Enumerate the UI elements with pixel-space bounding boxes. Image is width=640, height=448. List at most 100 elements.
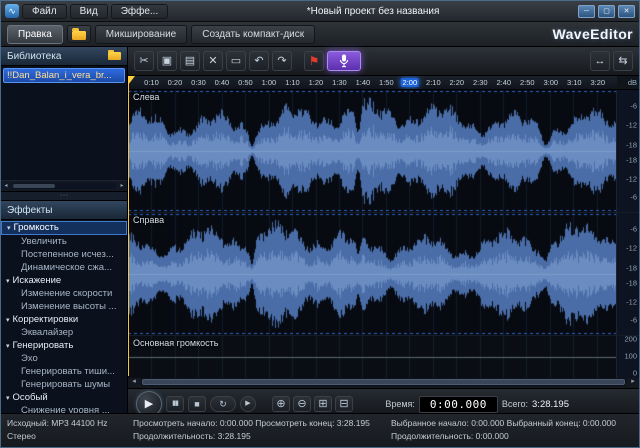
zoom-all-button[interactable]: ⊟ bbox=[335, 396, 353, 412]
ruler-tick: 0:30 bbox=[191, 78, 206, 87]
effects-tree-item-label: Снижение уровня ... bbox=[21, 405, 110, 413]
zoom-out-button[interactable]: ⊖ bbox=[293, 396, 311, 412]
tab-mixing[interactable]: Микширование bbox=[94, 24, 188, 44]
channel-right-label: Справа bbox=[133, 215, 165, 225]
ruler-tick: 1:10 bbox=[285, 78, 300, 87]
channel-left-row: Слева -6 -12 -18 -18 -12 -6 bbox=[128, 90, 639, 213]
menu-view[interactable]: Вид bbox=[69, 3, 108, 19]
effects-tree-item[interactable]: Изменение высоты ... bbox=[1, 300, 127, 313]
effects-tree-item[interactable]: Генерировать тиши... bbox=[1, 365, 127, 378]
maximize-button[interactable]: ▢ bbox=[598, 4, 615, 18]
app-icon: ∿ bbox=[5, 4, 19, 18]
source-channels: Стерео bbox=[7, 431, 36, 441]
ruler-tick: 0:40 bbox=[214, 78, 230, 87]
chevron-down-icon: ▾ bbox=[6, 343, 10, 350]
minimize-button[interactable]: ─ bbox=[578, 4, 595, 18]
effects-tree-item[interactable]: Генерировать шумы bbox=[1, 378, 127, 391]
master-scale-label: 0 bbox=[632, 368, 637, 378]
effects-tree-item[interactable]: ▾ Громкость bbox=[1, 221, 127, 235]
open-file-folder-button[interactable] bbox=[66, 25, 91, 43]
chevron-down-icon: ▾ bbox=[7, 225, 11, 232]
tab-edit[interactable]: Правка bbox=[7, 24, 63, 44]
effects-tree-item[interactable]: Изменение скорости bbox=[1, 287, 127, 300]
fit-selection-icon[interactable]: ⇆ bbox=[613, 51, 633, 71]
ruler-tick: 1:30 bbox=[332, 78, 347, 87]
db-scale-label: -18 bbox=[626, 140, 637, 150]
edit-toolbar: ✂ ▣ ▤ ✕ ▭ ↶ ↷ ⚑ ↔ ⇆ bbox=[128, 47, 639, 76]
undo-icon[interactable]: ↶ bbox=[249, 51, 269, 71]
timeline-ruler[interactable]: 0:10 0:20 0:30 0:40 0:50 1:00 1:10 1:20 1:30 1:40… bbox=[128, 76, 617, 90]
current-time-display[interactable]: 0:00.000 bbox=[418, 395, 498, 413]
db-scale-label: -18 bbox=[626, 263, 637, 273]
cut-icon[interactable]: ✂ bbox=[134, 51, 154, 71]
waveform-left-canvas[interactable] bbox=[128, 90, 616, 212]
library-scroll-thumb[interactable] bbox=[13, 184, 55, 188]
effects-tree-item[interactable]: Постепенное исчез... bbox=[1, 248, 127, 261]
library-title: Библиотека bbox=[7, 50, 62, 62]
zoom-selection-button[interactable]: ⊞ bbox=[314, 396, 332, 412]
library-item[interactable]: !!Dan_Balan_i_vera_br... bbox=[3, 68, 125, 83]
copy-icon[interactable]: ▣ bbox=[157, 51, 177, 71]
db-scale-label: -6 bbox=[630, 315, 637, 325]
tab-create-cd[interactable]: Создать компакт-диск bbox=[191, 24, 316, 44]
pause-button[interactable]: ▮▮ bbox=[166, 396, 184, 412]
ruler-tick: 3:10 bbox=[566, 78, 582, 87]
db-scale-label: -12 bbox=[626, 297, 637, 307]
loop-button[interactable]: ↻ bbox=[210, 396, 236, 412]
delete-icon[interactable]: ✕ bbox=[203, 51, 223, 71]
effects-tree-item-label: Эхо bbox=[21, 353, 38, 364]
fit-width-icon[interactable]: ↔ bbox=[590, 51, 610, 71]
library-scroll-track[interactable] bbox=[12, 183, 116, 189]
library-folder-icon[interactable] bbox=[108, 50, 121, 60]
menu-file[interactable]: Файл bbox=[22, 3, 67, 19]
redo-icon[interactable]: ↷ bbox=[272, 51, 292, 71]
db-unit-label: dB bbox=[617, 76, 639, 90]
scroll-track[interactable] bbox=[141, 378, 626, 386]
panel-splitter[interactable]: ⋯ bbox=[1, 191, 127, 201]
ruler-tick: 2:10 bbox=[426, 78, 441, 87]
selection-range: Выбранное начало: 0:00.000 Выбранный кон… bbox=[391, 418, 617, 428]
master-volume-track[interactable]: Основная громкость bbox=[128, 336, 616, 378]
effects-tree-item[interactable]: ▾ Особый bbox=[1, 391, 127, 404]
scroll-right-icon[interactable]: ▸ bbox=[117, 181, 127, 191]
menu-effects[interactable]: Эффе... bbox=[110, 3, 169, 19]
ruler-tick: 1:50 bbox=[379, 78, 394, 87]
effects-tree-item[interactable]: Динамическое сжа... bbox=[1, 261, 127, 274]
effects-tree-item[interactable]: Снижение уровня ... bbox=[1, 404, 127, 413]
effects-tree-item[interactable]: Эквалайзер bbox=[1, 326, 127, 339]
scroll-thumb[interactable] bbox=[142, 379, 625, 385]
toolbar-right-buttons: ↔ ⇆ bbox=[590, 51, 633, 71]
ruler-tick: 0:10 bbox=[144, 78, 159, 87]
effects-tree-item[interactable]: ▾ Генерировать bbox=[1, 339, 127, 352]
time-label: Время: bbox=[385, 399, 415, 409]
paste-icon[interactable]: ▤ bbox=[180, 51, 200, 71]
microphone-icon bbox=[339, 54, 349, 68]
stop-button[interactable]: ■ bbox=[188, 396, 206, 412]
sidebar: Библиотека !!Dan_Balan_i_vera_br... ◂ ▸ … bbox=[1, 47, 128, 413]
effects-tree-item-label: Корректировки bbox=[12, 314, 79, 325]
scroll-left-icon[interactable]: ◂ bbox=[1, 181, 11, 191]
waveform-left[interactable]: Слева bbox=[128, 90, 616, 212]
horizontal-scrollbar[interactable]: ◂ ▸ bbox=[128, 376, 639, 389]
effects-tree-item[interactable]: ▾ Искажение bbox=[1, 274, 127, 287]
effects-tree-item[interactable]: Увеличить bbox=[1, 235, 127, 248]
total-time-value: 3:28.195 bbox=[532, 398, 569, 410]
close-button[interactable]: ✕ bbox=[618, 4, 635, 18]
effects-tree-item-label: Особый bbox=[12, 392, 48, 403]
tabbar: Правка Микширование Создать компакт-диск… bbox=[1, 22, 639, 47]
effects-tree-item[interactable]: ▾ Корректировки bbox=[1, 313, 127, 326]
playhead-marker-icon[interactable] bbox=[128, 76, 135, 85]
playhead-cursor[interactable] bbox=[128, 76, 129, 376]
zoom-in-button[interactable]: ⊕ bbox=[272, 396, 290, 412]
record-microphone-button[interactable] bbox=[327, 51, 361, 71]
effects-tree-item-label: Постепенное исчез... bbox=[21, 249, 114, 260]
waveform-right[interactable]: Справа bbox=[128, 213, 616, 335]
play-selection-button[interactable]: ▶ bbox=[240, 396, 256, 412]
waveform-right-canvas[interactable] bbox=[128, 213, 616, 335]
marker-flag-button[interactable]: ⚑ bbox=[304, 51, 324, 71]
effects-tree-item[interactable]: Эхо bbox=[1, 352, 127, 365]
master-scale-strip: 200 100 0 bbox=[616, 335, 639, 378]
db-scale-label: -6 bbox=[630, 192, 637, 202]
main-area: ✂ ▣ ▤ ✕ ▭ ↶ ↷ ⚑ ↔ ⇆ 0:10 0:20 0:30 0:40 0:50 1:00 1:1 bbox=[128, 47, 639, 419]
trim-icon[interactable]: ▭ bbox=[226, 51, 246, 71]
